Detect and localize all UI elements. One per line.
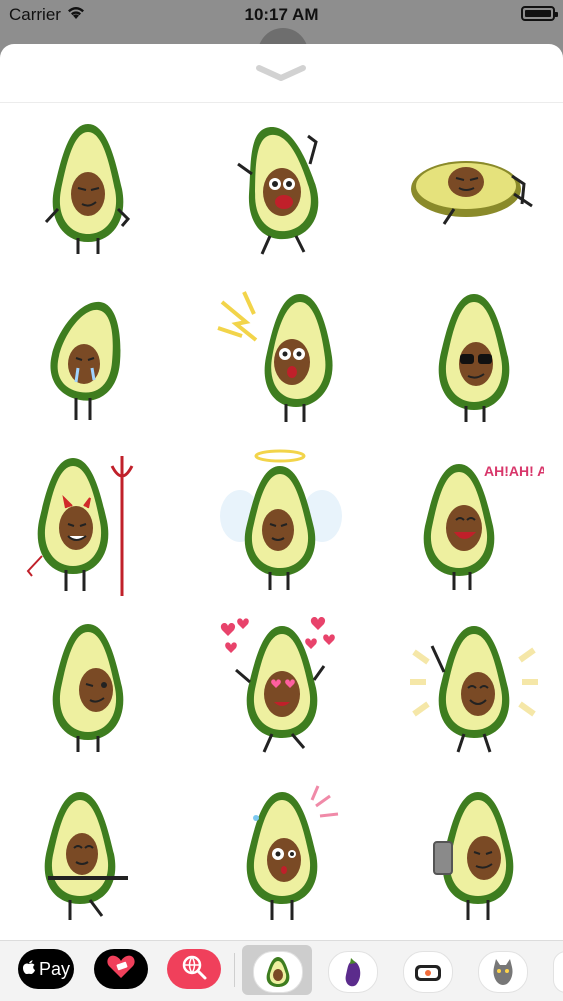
sheet-divider [0, 102, 563, 103]
status-bar: Carrier 10:17 AM [0, 0, 563, 30]
sticker-laughing-avocado[interactable] [212, 114, 352, 264]
sticker-ahah-avocado[interactable]: AH!AH! AH! [404, 446, 562, 596]
sushi-pack-icon[interactable] [403, 951, 453, 993]
sticker-happy-avocado[interactable] [404, 612, 544, 762]
globe-search-icon [181, 954, 207, 985]
clock: 10:17 AM [244, 5, 319, 24]
apple-pay-button[interactable]: Pay [18, 949, 74, 989]
sticker-sheet: AH!AH! AH! [0, 44, 563, 940]
cat-pack-icon[interactable] [478, 951, 528, 993]
sticker-shocked-avocado[interactable] [212, 282, 352, 432]
sticker-angel-avocado[interactable] [212, 446, 352, 596]
heart-app-button[interactable] [94, 949, 148, 989]
eggplant-pack-icon[interactable] [328, 951, 378, 993]
sticker-love-avocado[interactable] [212, 612, 352, 762]
collapse-chevron-icon[interactable] [255, 62, 307, 84]
sticker-crying-avocado[interactable] [18, 282, 158, 432]
sticker-devil-avocado[interactable] [18, 446, 158, 596]
apple-logo-icon [22, 959, 36, 980]
sticker-caption: AH!AH! AH! [484, 463, 544, 479]
apple-pay-label: Pay [38, 958, 71, 979]
sticker-selfie-avocado[interactable] [404, 778, 544, 928]
sticker-surprised-avocado[interactable] [212, 778, 352, 928]
sticker-smug-avocado[interactable] [18, 114, 158, 264]
heart-icon [106, 954, 136, 985]
battery-icon [521, 6, 558, 21]
avocado-pack-icon[interactable] [253, 951, 303, 993]
tray-separator [234, 953, 235, 987]
sticker-winking-avocado[interactable] [18, 612, 158, 762]
app-drawer-tray: Pay [0, 940, 563, 1001]
more-apps-icon[interactable] [553, 951, 563, 993]
search-app-button[interactable] [167, 949, 221, 989]
sticker-pointing-avocado[interactable] [18, 778, 158, 928]
sticker-sunglasses-avocado[interactable] [404, 282, 544, 432]
sticker-lying-avocado[interactable] [404, 114, 544, 264]
